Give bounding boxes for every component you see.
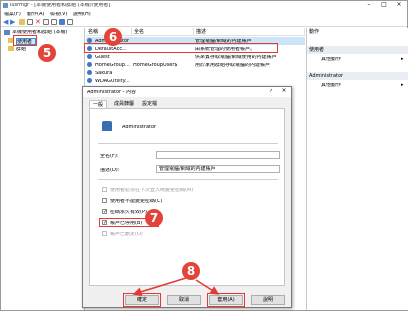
annotation-badge-6: 6 (104, 28, 122, 46)
annotation-arrows (132, 277, 220, 297)
annotation-badge-7: 7 (145, 209, 163, 227)
arrow-to-ok (132, 277, 187, 297)
annotation-badge-5: 5 (38, 44, 56, 62)
tab-general[interactable]: 一般 (89, 100, 108, 108)
annotation-badge-8: 8 (182, 262, 200, 280)
arrow-to-apply (195, 279, 220, 295)
